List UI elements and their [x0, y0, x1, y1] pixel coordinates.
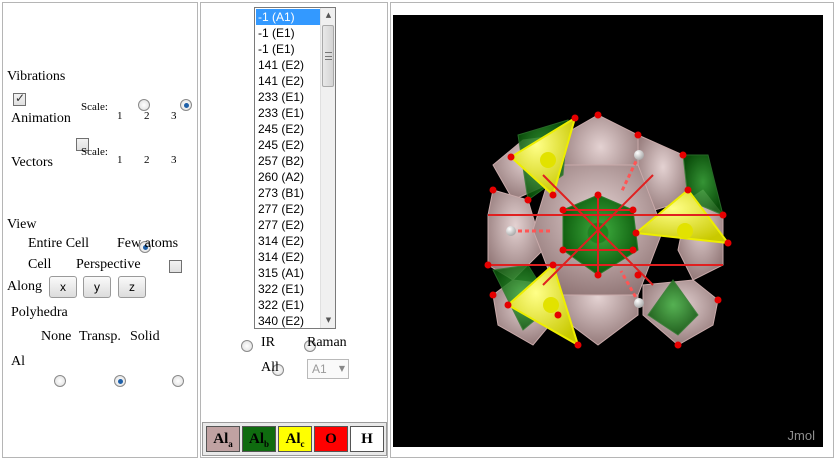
- ir-label: IR: [261, 335, 275, 350]
- mode-list-item[interactable]: 322 (E1): [256, 281, 320, 297]
- poly-al-transp-radio[interactable]: [113, 374, 126, 387]
- mode-items: -1 (A1) -1 (E1) -1 (E1) 141 (E2) 141 (E2) 233…: [256, 9, 320, 328]
- vectors-scale-2-label: 2: [144, 154, 150, 166]
- vectors-scale-1-label: 1: [117, 154, 123, 166]
- polyhedra-heading: Polyhedra: [11, 305, 68, 320]
- symmetry-select[interactable]: A1 ▼: [307, 359, 349, 379]
- mode-scrollbar[interactable]: ▲ ▼: [320, 8, 335, 328]
- controls-panel: Vibrations Animation Scale: 1 2 3 Vector…: [2, 2, 298, 458]
- mode-list-item[interactable]: 340 (E2): [256, 313, 320, 328]
- scroll-down-icon[interactable]: ▼: [321, 313, 335, 328]
- mode-listbox[interactable]: -1 (A1) -1 (E1) -1 (E1) 141 (E2) 141 (E2) 233…: [254, 7, 336, 329]
- symmetry-select-value: A1: [312, 362, 327, 376]
- mode-list-item[interactable]: 277 (E2): [256, 201, 320, 217]
- entire-cell-label: Entire Cell: [28, 236, 90, 251]
- poly-solid-label: Solid: [130, 329, 160, 344]
- jmol-viewer[interactable]: Jmol: [393, 15, 823, 447]
- along-label: Along: [7, 279, 42, 294]
- vectors-label: Vectors: [11, 155, 53, 170]
- legend-al-c: Alc: [278, 426, 312, 452]
- animation-scale-1-radio[interactable]: [137, 98, 150, 111]
- raman-label: Raman: [307, 335, 347, 350]
- mode-list-item[interactable]: -1 (E1): [256, 41, 320, 57]
- animation-scale-3-label: 3: [171, 110, 177, 122]
- poly-transp-label: Transp.: [79, 329, 121, 344]
- vibrations-heading: Vibrations: [7, 69, 66, 84]
- animation-scale-2-label: 2: [144, 110, 150, 122]
- ir-radio[interactable]: [241, 339, 253, 352]
- poly-al-none-radio[interactable]: [54, 374, 66, 387]
- mode-list-item[interactable]: 245 (E2): [256, 121, 320, 137]
- mode-list-item[interactable]: 233 (E1): [256, 105, 320, 121]
- scroll-thumb[interactable]: [322, 25, 334, 87]
- legend-o: O: [314, 426, 348, 452]
- legend-al-a: Ala: [206, 426, 240, 452]
- legend-al-b: Alb: [242, 426, 276, 452]
- atom-legend: Ala Alb Alc O H: [202, 422, 387, 456]
- mode-list-item[interactable]: 141 (E2): [256, 73, 320, 89]
- mode-list-item[interactable]: 245 (E2): [256, 137, 320, 153]
- mode-list-item[interactable]: 141 (E2): [256, 57, 320, 73]
- perspective-label: Perspective: [76, 257, 141, 272]
- viewer-panel: Jmol: [390, 2, 834, 458]
- animation-scale-1-label: 1: [117, 110, 123, 122]
- mode-list-item[interactable]: 260 (A2): [256, 169, 320, 185]
- vectors-scale-3-label: 3: [171, 154, 177, 166]
- crystal-structure-render: [484, 111, 732, 349]
- modes-panel: -1 (A1) -1 (E1) -1 (E1) 141 (E2) 141 (E2) 233…: [200, 2, 388, 458]
- few-atoms-label: Few atoms: [117, 236, 179, 251]
- mode-list-item[interactable]: 314 (E2): [256, 233, 320, 249]
- view-z-button[interactable]: z: [118, 276, 146, 298]
- poly-al-solid-radio[interactable]: [172, 374, 184, 387]
- cell-checkbox[interactable]: [169, 260, 182, 274]
- cell-label: Cell: [28, 257, 52, 272]
- chevron-down-icon: ▼: [338, 364, 345, 373]
- animation-scale-2-radio[interactable]: [180, 98, 192, 111]
- mode-list-item[interactable]: 277 (E2): [256, 217, 320, 233]
- grip-icon: [325, 52, 332, 60]
- poly-none-label: None: [41, 329, 72, 344]
- all-label: All: [261, 360, 279, 375]
- animation-checkbox[interactable]: [13, 91, 26, 107]
- mode-list-item[interactable]: 233 (E1): [256, 89, 320, 105]
- mode-list-item[interactable]: -1 (E1): [256, 25, 320, 41]
- view-x-button[interactable]: x: [49, 276, 77, 298]
- animation-label: Animation: [11, 111, 71, 126]
- mode-list-item[interactable]: 314 (E2): [256, 249, 320, 265]
- view-y-button[interactable]: y: [83, 276, 111, 298]
- jmol-watermark: Jmol: [787, 428, 815, 443]
- vectors-scale-label: Scale:: [81, 146, 108, 158]
- mode-list-item[interactable]: 273 (B1): [256, 185, 320, 201]
- scroll-up-icon[interactable]: ▲: [321, 8, 335, 23]
- view-heading: View: [7, 217, 37, 232]
- mode-list-item[interactable]: 315 (A1): [256, 265, 320, 281]
- poly-al-label: Al: [11, 354, 25, 369]
- mode-list-item[interactable]: 322 (E1): [256, 297, 320, 313]
- mode-list-item[interactable]: -1 (A1): [256, 9, 320, 25]
- legend-h: H: [350, 426, 384, 452]
- mode-list-item[interactable]: 257 (B2): [256, 153, 320, 169]
- animation-scale-label: Scale:: [81, 101, 108, 113]
